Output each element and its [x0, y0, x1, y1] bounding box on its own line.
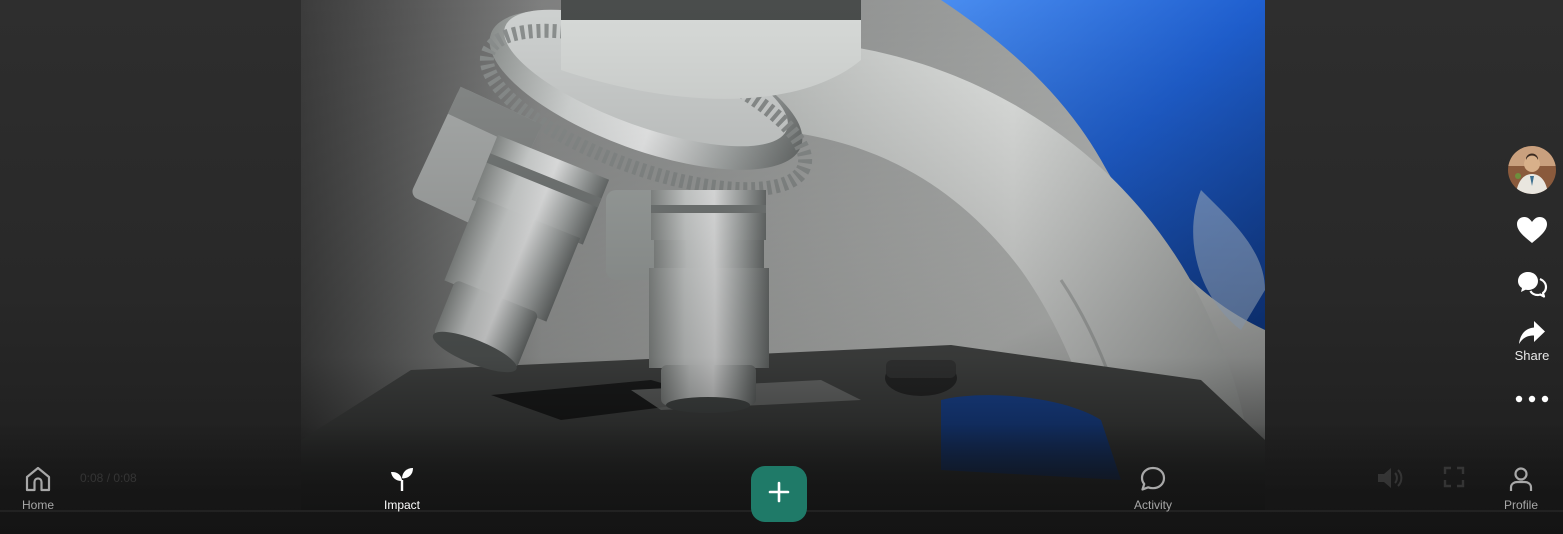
- like-button[interactable]: [1516, 216, 1548, 244]
- user-avatar-icon: [1508, 146, 1556, 194]
- share-arrow-icon: [1518, 320, 1546, 346]
- more-dots-icon: [1515, 395, 1549, 403]
- sprout-icon: [387, 466, 417, 495]
- home-icon: [23, 466, 53, 495]
- app-screen: Share 0:08 / 0:08 Home Impact Activity P…: [0, 0, 1563, 534]
- nav-item-impact[interactable]: Impact: [384, 466, 420, 512]
- heart-icon: [1516, 216, 1548, 244]
- plus-icon: [768, 481, 790, 508]
- nav-item-activity[interactable]: Activity: [1134, 466, 1172, 512]
- share-label: Share: [1514, 348, 1550, 363]
- share-button[interactable]: Share: [1514, 320, 1550, 363]
- create-button[interactable]: [751, 466, 807, 522]
- nav-label-profile: Profile: [1504, 498, 1539, 512]
- person-icon: [1506, 466, 1536, 495]
- microscope-video-frame: [301, 0, 1265, 510]
- action-rail: Share: [1501, 140, 1563, 403]
- nav-item-profile[interactable]: Profile: [1504, 466, 1538, 512]
- comment-icon: [1516, 270, 1548, 298]
- comment-button[interactable]: [1516, 270, 1548, 298]
- more-button[interactable]: [1515, 395, 1549, 403]
- nav-item-home[interactable]: Home: [22, 466, 54, 512]
- nav-label-home: Home: [22, 498, 55, 512]
- creator-avatar[interactable]: [1508, 146, 1556, 194]
- chat-bubble-icon: [1138, 466, 1168, 495]
- nav-label-activity: Activity: [1134, 498, 1173, 512]
- nav-label-impact: Impact: [384, 498, 421, 512]
- video-player[interactable]: [301, 0, 1265, 510]
